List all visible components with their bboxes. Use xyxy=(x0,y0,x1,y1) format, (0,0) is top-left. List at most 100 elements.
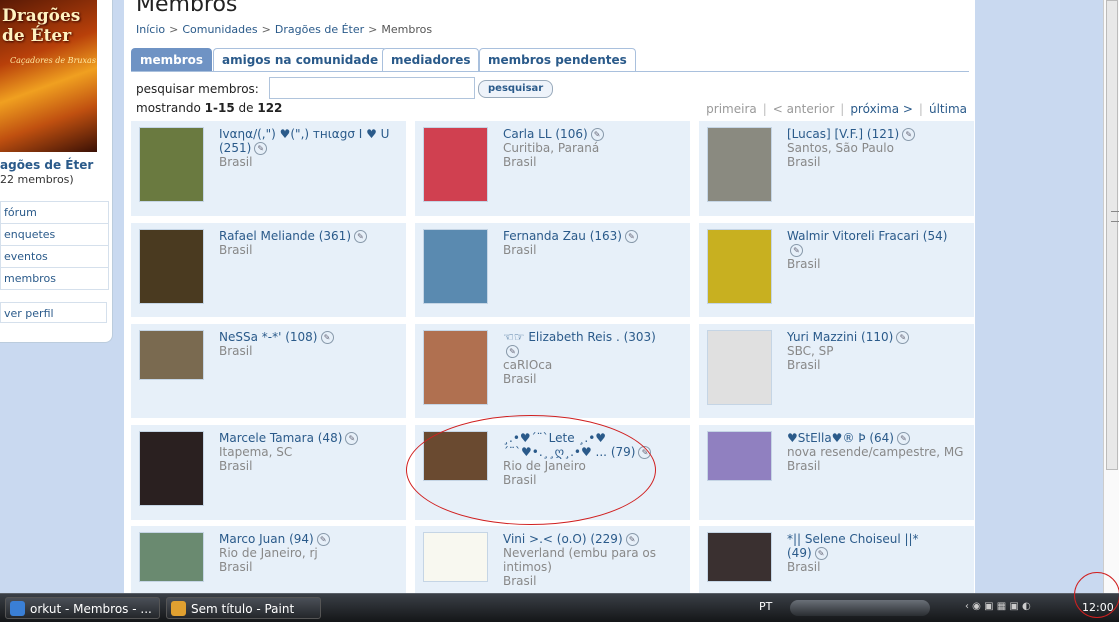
member-photo[interactable] xyxy=(139,532,204,582)
menu-item-members[interactable]: membros xyxy=(1,268,108,289)
system-tray-icons[interactable]: ‹ ◉ ▣ ▦ ▣ ◐ xyxy=(965,601,1075,615)
member-photo[interactable] xyxy=(139,127,204,202)
member-card: Ιvαηα/(,") ♥(",) тнιαgσ I ♥ U (251) ✎ Bras… xyxy=(131,121,406,216)
search-button[interactable]: pesquisar xyxy=(478,80,554,98)
member-name-link[interactable]: Fernanda Zau xyxy=(503,229,586,243)
results-range: 1-15 xyxy=(204,101,235,115)
member-name-link[interactable]: ¸.•♥´¨`Lete ¸.•♥´¨`♥•.¸¸ღ¸.•♥ ... xyxy=(503,431,607,459)
tab-members[interactable]: membros xyxy=(131,48,213,71)
community-image-subtitle: Caçadores de Bruxas xyxy=(10,56,96,65)
community-image-title: Dragões de Éter xyxy=(2,6,81,46)
member-name-link[interactable]: Marcele Tamara xyxy=(219,431,314,445)
member-friend-count: (303) xyxy=(623,330,656,344)
member-info: Yuri Mazzini (110) ✎ SBC, SP Brasil xyxy=(787,330,967,372)
member-name-link[interactable]: [Lucas] [V.F.] xyxy=(787,127,863,141)
edit-icon[interactable]: ✎ xyxy=(506,345,519,358)
menu-item-polls[interactable]: enquetes xyxy=(1,224,108,246)
tab-pending-members[interactable]: membros pendentes xyxy=(479,48,636,71)
pager-prev: < anterior xyxy=(772,102,835,116)
member-photo[interactable] xyxy=(423,229,488,304)
member-photo[interactable] xyxy=(139,229,204,304)
edit-icon[interactable]: ✎ xyxy=(320,331,334,344)
pager-next[interactable]: próxima > xyxy=(850,102,913,116)
member-country: Brasil xyxy=(219,560,253,574)
member-name-link[interactable]: NeSSa *-*' xyxy=(219,330,281,344)
member-photo[interactable] xyxy=(423,532,488,582)
taskbar-button-paint[interactable]: Sem título - Paint xyxy=(166,597,321,619)
paint-icon xyxy=(171,601,186,616)
pager-last[interactable]: última xyxy=(929,102,967,116)
edit-icon[interactable]: ✎ xyxy=(790,244,803,257)
media-player-toolbar[interactable] xyxy=(790,600,930,616)
member-card: ☜☞ Elizabeth Reis . (303) ✎ caRIOca Brasil xyxy=(415,324,690,418)
edit-icon[interactable]: ✎ xyxy=(625,230,638,243)
edit-icon[interactable]: ✎ xyxy=(896,331,910,344)
community-image[interactable]: Dragões de Éter Caçadores de Bruxas xyxy=(0,0,97,152)
member-name-link[interactable]: Walmir Vitoreli Fracari xyxy=(787,229,919,243)
breadcrumb-separator: > xyxy=(169,23,179,36)
results-summary: mostrando 1-15 de 122 xyxy=(136,101,282,115)
browser-viewport: Dragões de Éter Caçadores de Bruxas agõe… xyxy=(0,0,1103,593)
edit-icon[interactable]: ✎ xyxy=(625,533,639,546)
edit-icon[interactable]: ✎ xyxy=(254,142,268,155)
member-name-link[interactable]: ♥StElla♥® Þ xyxy=(787,431,866,445)
member-search-input[interactable] xyxy=(269,77,475,99)
scrollbar-thumb[interactable] xyxy=(1106,0,1119,470)
taskbar-button-label: Sem título - Paint xyxy=(191,602,295,616)
menu-item-forum[interactable]: fórum xyxy=(1,202,108,224)
results-prefix: mostrando xyxy=(136,101,201,115)
member-name-link[interactable]: Yuri Mazzini xyxy=(787,330,857,344)
edit-icon[interactable]: ✎ xyxy=(638,446,652,459)
member-name-link[interactable]: Marco Juan xyxy=(219,532,285,546)
tab-moderators[interactable]: mediadores xyxy=(382,48,480,71)
member-name-link[interactable]: Ιvαηα/(,") ♥(",) тнιαgσ I ♥ U xyxy=(219,127,389,141)
member-photo[interactable] xyxy=(707,431,772,481)
member-photo[interactable] xyxy=(139,330,204,380)
member-name-link[interactable]: Carla LL xyxy=(503,127,552,141)
vertical-scrollbar[interactable] xyxy=(1103,0,1119,593)
main-content: Membros Início > Comunidades > Dragões de Ét… xyxy=(124,0,975,593)
member-name-link[interactable]: Rafael Meliande xyxy=(219,229,315,243)
member-photo[interactable] xyxy=(423,127,488,202)
community-name-link[interactable]: agões de Éter xyxy=(0,158,93,172)
member-photo[interactable] xyxy=(707,127,772,202)
member-city: Santos, São Paulo xyxy=(787,141,894,155)
member-name-link[interactable]: Vini >.< (o.O) xyxy=(503,532,587,546)
member-photo[interactable] xyxy=(707,330,772,405)
breadcrumb-community[interactable]: Dragões de Éter xyxy=(275,23,364,36)
edit-icon[interactable]: ✎ xyxy=(814,547,828,560)
member-friend-count: (79) xyxy=(610,445,636,459)
member-photo[interactable] xyxy=(707,532,772,582)
edit-icon[interactable]: ✎ xyxy=(590,128,604,141)
taskbar-button-browser[interactable]: orkut - Membros - ... xyxy=(5,597,160,619)
member-photo[interactable] xyxy=(139,431,204,506)
edit-icon[interactable]: ✎ xyxy=(896,432,910,445)
edit-icon[interactable]: ✎ xyxy=(345,432,359,445)
tab-friends-in-community[interactable]: amigos na comunidade xyxy=(213,48,388,71)
member-card: ♥StElla♥® Þ (64) ✎ nova resende/campestre,… xyxy=(699,425,974,520)
member-info: NeSSa *-*' (108) ✎ Brasil xyxy=(219,330,399,358)
member-country: Brasil xyxy=(787,358,821,372)
member-name-link[interactable]: ☜☞ Elizabeth Reis . xyxy=(503,330,620,344)
results-total: 122 xyxy=(257,101,283,115)
menu-item-events[interactable]: eventos xyxy=(1,246,108,268)
breadcrumb-communities[interactable]: Comunidades xyxy=(182,23,257,36)
member-name-link[interactable]: *|| Selene Choiseul ||* xyxy=(787,532,919,546)
member-country: Brasil xyxy=(787,459,821,473)
member-friend-count: (94) xyxy=(289,532,314,546)
language-indicator[interactable]: PT xyxy=(759,600,772,613)
member-photo[interactable] xyxy=(423,431,488,481)
member-info: [Lucas] [V.F.] (121) ✎ Santos, São Paulo Br… xyxy=(787,127,967,169)
pager-first: primeira xyxy=(706,102,757,116)
breadcrumb-home[interactable]: Início xyxy=(136,23,165,36)
member-photo[interactable] xyxy=(423,330,488,405)
member-card: Fernanda Zau (163) ✎ Brasil xyxy=(415,223,690,317)
member-photo[interactable] xyxy=(707,229,772,304)
edit-icon[interactable]: ✎ xyxy=(902,128,916,141)
edit-icon[interactable]: ✎ xyxy=(354,230,368,243)
member-country: Brasil xyxy=(219,459,253,473)
member-country: Brasil xyxy=(219,243,253,257)
view-profile-link[interactable]: ver perfil xyxy=(0,302,107,323)
edit-icon[interactable]: ✎ xyxy=(316,533,330,546)
member-city: caRIOca xyxy=(503,358,553,372)
